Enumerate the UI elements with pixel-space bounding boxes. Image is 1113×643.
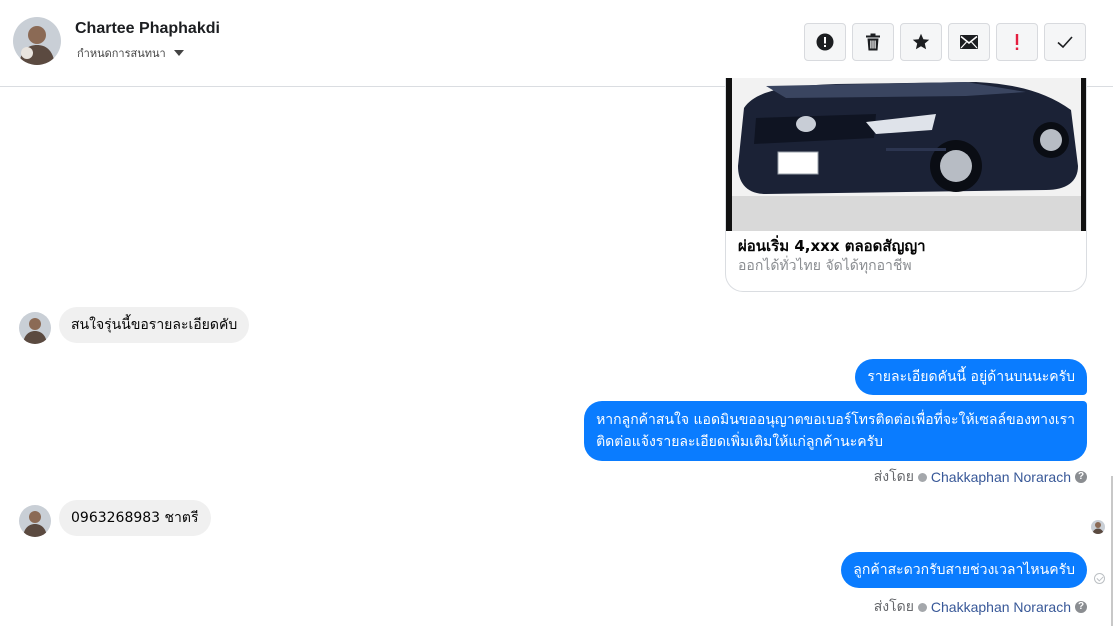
- sender-name-link[interactable]: Chakkaphan Norarach: [931, 469, 1071, 485]
- conversation-toolbar: [804, 23, 1086, 61]
- car-image[interactable]: [726, 78, 1086, 231]
- delivered-check-icon: [1094, 573, 1105, 584]
- sent-by-info: ส่งโดย Chakkaphan Norarach ?: [874, 466, 1087, 488]
- sent-by-prefix: ส่งโดย: [873, 599, 914, 615]
- outgoing-message[interactable]: รายละเอียดคันนี้ อยู่ด้านบนนะครับ: [855, 359, 1087, 395]
- help-icon[interactable]: ?: [1075, 601, 1087, 613]
- verified-icon: [917, 602, 927, 612]
- star-button[interactable]: [900, 23, 942, 61]
- conversation-status-label: กำหนดการสนทนา: [77, 47, 166, 60]
- message-thread[interactable]: ผ่อนเริ่ม 4,xxx ตลอดสัญญา ออกได้ทั่วไทย …: [0, 78, 1113, 643]
- report-icon: [816, 33, 834, 51]
- checkmark-icon: [1057, 36, 1073, 49]
- delete-button[interactable]: [852, 23, 894, 61]
- contact-avatar-small[interactable]: [19, 312, 51, 344]
- incoming-message[interactable]: สนใจรุ่นนี้ขอรายละเอียดคับ: [59, 307, 250, 343]
- report-button[interactable]: [804, 23, 846, 61]
- product-card-subtitle: ออกได้ทั่วไทย จัดได้ทุกอาชีพ: [738, 258, 912, 274]
- conversation-header: Chartee Phaphakdi กำหนดการสนทนา: [0, 0, 1113, 87]
- verified-icon: [917, 472, 927, 482]
- conversation-status-dropdown[interactable]: กำหนดการสนทนา: [77, 44, 184, 62]
- contact-name[interactable]: Chartee Phaphakdi: [75, 20, 220, 38]
- seen-by-avatar: [1091, 520, 1105, 534]
- exclamation-icon: [1015, 34, 1019, 50]
- incoming-message[interactable]: 0963268983 ชาตรี: [59, 500, 211, 536]
- sent-by-info: ส่งโดย Chakkaphan Norarach ?: [874, 596, 1087, 618]
- contact-avatar-small[interactable]: [19, 505, 51, 537]
- message-line: ติดต่อแจ้งรายละเอียดเพิ่มเติมให้แก่ลูกค้…: [596, 434, 884, 450]
- message-line: หากลูกค้าสนใจ แอดมินขออนุญาตขอเบอร์โทรติ…: [596, 412, 1075, 428]
- done-button[interactable]: [1044, 23, 1086, 61]
- contact-avatar[interactable]: [13, 17, 61, 65]
- outgoing-message[interactable]: หากลูกค้าสนใจ แอดมินขออนุญาตขอเบอร์โทรติ…: [584, 401, 1087, 461]
- help-icon[interactable]: ?: [1075, 471, 1087, 483]
- sent-by-prefix: ส่งโดย: [873, 469, 914, 485]
- trash-icon: [866, 33, 880, 51]
- mail-icon: [960, 35, 978, 49]
- priority-button[interactable]: [996, 23, 1038, 61]
- star-icon: [912, 33, 930, 50]
- outgoing-message[interactable]: ลูกค้าสะดวกรับสายช่วงเวลาไหนครับ: [841, 552, 1087, 588]
- caret-down-icon: [173, 50, 184, 56]
- product-card[interactable]: ผ่อนเริ่ม 4,xxx ตลอดสัญญา ออกได้ทั่วไทย …: [725, 78, 1087, 292]
- mark-unread-button[interactable]: [948, 23, 990, 61]
- sender-name-link[interactable]: Chakkaphan Norarach: [931, 599, 1071, 615]
